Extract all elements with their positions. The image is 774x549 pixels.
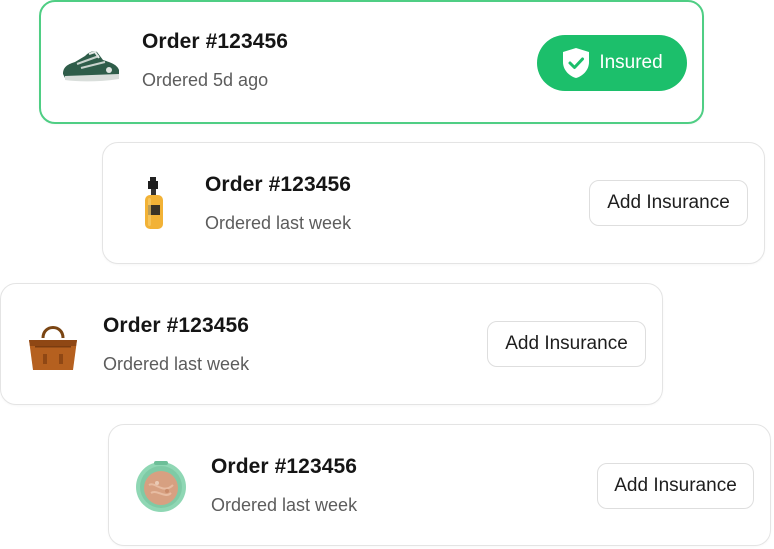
compact-powder-icon (129, 455, 193, 519)
order-card[interactable]: Order #123456 Ordered 5d ago Insured (39, 0, 704, 124)
add-insurance-button[interactable]: Add Insurance (487, 321, 646, 367)
order-date: Ordered last week (103, 354, 250, 374)
order-title: Order #123456 (205, 173, 352, 196)
order-card[interactable]: Order #123456 Ordered last week Add Insu… (108, 424, 771, 546)
order-card[interactable]: Order #123456 Ordered last week Add Insu… (0, 283, 663, 405)
order-cards-stage: Order #123456 Ordered 5d ago Insured Ord… (0, 0, 774, 549)
insured-button[interactable]: Insured (537, 35, 687, 91)
order-title: Order #123456 (211, 455, 358, 478)
sneaker-icon (59, 30, 123, 94)
shield-check-icon (561, 47, 591, 79)
order-card[interactable]: Order #123456 Ordered last week Add Insu… (102, 142, 765, 264)
order-date: Ordered last week (211, 495, 358, 515)
order-title: Order #123456 (142, 30, 289, 53)
handbag-icon (21, 312, 85, 376)
order-date: Ordered last week (205, 213, 352, 233)
order-date: Ordered 5d ago (142, 70, 269, 90)
spray-bottle-icon (123, 171, 187, 235)
order-title: Order #123456 (103, 314, 250, 337)
add-insurance-button[interactable]: Add Insurance (597, 463, 754, 509)
insured-label: Insured (599, 52, 663, 73)
add-insurance-button[interactable]: Add Insurance (589, 180, 748, 226)
